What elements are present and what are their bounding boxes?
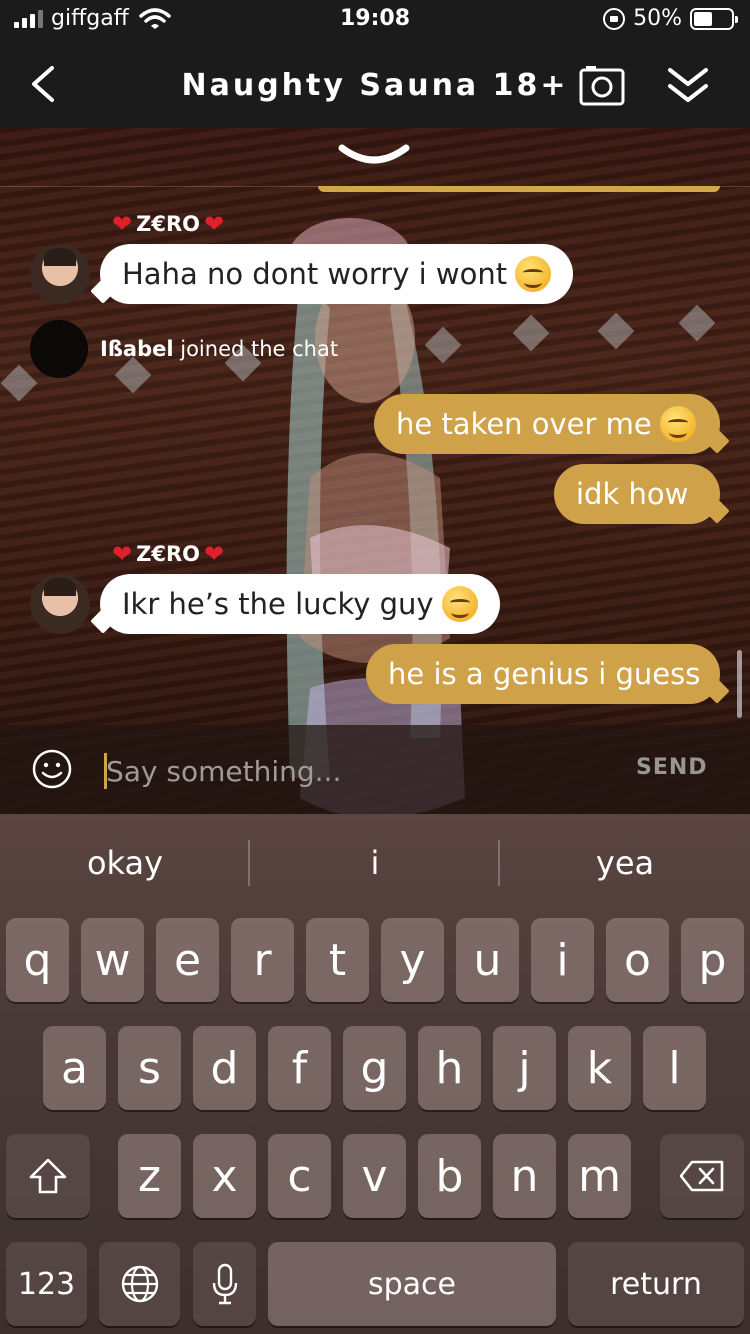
joined-label: joined the chat [180, 337, 339, 361]
heart-icon: ❤ [203, 210, 225, 238]
relieved-emoji-icon [441, 586, 478, 622]
key-m[interactable]: m [568, 1134, 631, 1218]
chat-scrollbar[interactable] [737, 650, 742, 718]
collapse-chevron-icon[interactable] [336, 142, 412, 172]
join-text: Ißabel joined the chat [100, 337, 338, 361]
sender-label: Z€RO [136, 542, 200, 566]
avatar[interactable] [30, 244, 90, 304]
decor-diamond [678, 304, 716, 342]
sender-label: Z€RO [136, 212, 200, 236]
status-bar: giffgaff 19:08 50% [0, 0, 750, 44]
heart-icon: ❤ [112, 540, 133, 568]
microphone-icon [212, 1263, 237, 1305]
camera-icon[interactable] [578, 64, 626, 108]
space-key[interactable]: space [268, 1242, 556, 1326]
key-q[interactable]: q [6, 918, 69, 1002]
key-h[interactable]: h [418, 1026, 481, 1110]
message-composer: SEND [0, 725, 750, 814]
globe-icon [121, 1265, 158, 1303]
incoming-message[interactable]: Ikr he’s the lucky guy [100, 574, 500, 634]
key-s[interactable]: s [118, 1026, 181, 1110]
chat-room-title: Naughty Sauna 18+ [181, 68, 569, 103]
key-d[interactable]: d [193, 1026, 256, 1110]
key-v[interactable]: v [343, 1134, 406, 1218]
key-j[interactable]: j [493, 1026, 556, 1110]
battery-percent: 50% [633, 6, 682, 31]
emoji-picker-icon[interactable] [32, 749, 72, 789]
sender-name[interactable]: ❤ Z€RO ❤ [112, 540, 224, 568]
message-text: he taken over me [396, 407, 652, 441]
microphone-key[interactable] [193, 1242, 256, 1326]
key-c[interactable]: c [268, 1134, 331, 1218]
shift-icon [29, 1158, 67, 1194]
message-input[interactable] [106, 747, 586, 795]
battery-level [694, 11, 712, 26]
previous-message-bubble-edge [318, 186, 720, 192]
ios-keyboard: okay i yea q w e r t y u i o p a s d f g… [0, 814, 750, 1334]
back-chevron-icon[interactable] [24, 62, 64, 106]
heart-icon: ❤ [112, 210, 133, 238]
outgoing-message[interactable]: he is a genius i guess [366, 644, 720, 704]
sweat-smile-emoji-icon [659, 406, 696, 442]
key-p[interactable]: p [681, 918, 744, 1002]
suggestion-2[interactable]: i [250, 844, 500, 882]
return-key[interactable]: return [568, 1242, 744, 1326]
avatar[interactable] [30, 574, 90, 634]
key-z[interactable]: z [118, 1134, 181, 1218]
orientation-lock-icon [603, 7, 626, 30]
backspace-icon [679, 1160, 724, 1192]
avatar[interactable] [30, 320, 88, 378]
send-button[interactable]: SEND [636, 755, 708, 780]
suggestion-3[interactable]: yea [500, 844, 750, 882]
key-u[interactable]: u [456, 918, 519, 1002]
sender-name[interactable]: ❤ Z€RO ❤ [112, 210, 224, 238]
key-l[interactable]: l [643, 1026, 706, 1110]
key-f[interactable]: f [268, 1026, 331, 1110]
key-n[interactable]: n [493, 1134, 556, 1218]
message-text: idk how [576, 477, 689, 511]
message-text: Ikr he’s the lucky guy [122, 587, 434, 621]
key-t[interactable]: t [306, 918, 369, 1002]
joy-emoji-icon [515, 256, 552, 292]
battery-icon [690, 7, 738, 30]
key-b[interactable]: b [418, 1134, 481, 1218]
incoming-message[interactable]: Haha no dont worry i wont [100, 244, 574, 304]
key-y[interactable]: y [381, 918, 444, 1002]
decor-diamond [597, 312, 635, 350]
key-g[interactable]: g [343, 1026, 406, 1110]
shift-key[interactable] [6, 1134, 90, 1218]
chat-header: Naughty Sauna 18+ [0, 44, 750, 128]
key-w[interactable]: w [81, 918, 144, 1002]
message-text: he is a genius i guess [388, 657, 701, 691]
key-r[interactable]: r [231, 918, 294, 1002]
heart-icon: ❤ [203, 540, 225, 568]
joined-username[interactable]: Ißabel [100, 337, 174, 361]
outgoing-message[interactable]: idk how [554, 464, 720, 524]
key-x[interactable]: x [193, 1134, 256, 1218]
key-e[interactable]: e [156, 918, 219, 1002]
key-o[interactable]: o [606, 918, 669, 1002]
double-chevron-down-icon[interactable] [664, 64, 712, 108]
decor-diamond [512, 314, 550, 352]
system-message: Ißabel joined the chat [30, 320, 338, 378]
message-text: Haha no dont worry i wont [122, 257, 508, 291]
key-k[interactable]: k [568, 1026, 631, 1110]
delete-key[interactable] [660, 1134, 744, 1218]
outgoing-message[interactable]: he taken over me [374, 394, 720, 454]
predictive-bar: okay i yea [0, 814, 750, 914]
chat-scene[interactable]: ❤ Z€RO ❤ Haha no dont worry i wont Ißabe… [0, 128, 750, 814]
key-a[interactable]: a [43, 1026, 106, 1110]
numbers-key[interactable]: 123 [6, 1242, 87, 1326]
suggestion-1[interactable]: okay [0, 844, 250, 882]
globe-key[interactable] [99, 1242, 180, 1326]
key-i[interactable]: i [531, 918, 594, 1002]
